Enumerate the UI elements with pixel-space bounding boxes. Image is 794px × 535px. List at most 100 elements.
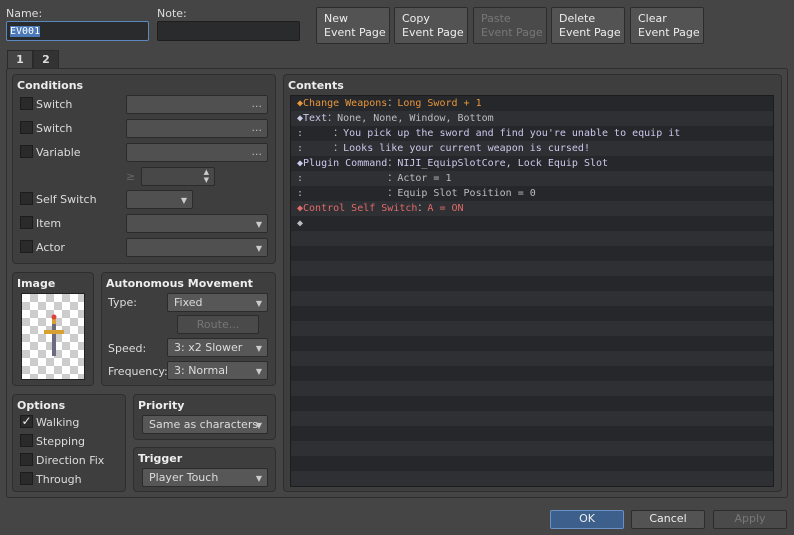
ellipsis-icon: ...	[251, 97, 263, 110]
command-name: ◆Change Weapons	[297, 98, 388, 109]
event-image[interactable]	[21, 293, 85, 380]
name-label: Name:	[6, 7, 43, 20]
chevron-down-icon: ▼	[255, 344, 262, 353]
switch1-label: Switch	[36, 98, 73, 111]
apply-button[interactable]: Apply	[713, 510, 787, 529]
chevron-down-icon: ▼	[255, 367, 262, 376]
trigger-panel: Trigger Player Touch ▼	[133, 447, 276, 492]
command-row[interactable]: ◆Control Self Switch：A = ON	[291, 201, 773, 216]
item-checkbox[interactable]	[20, 216, 33, 229]
through-label: Through	[36, 473, 82, 486]
stepping-label: Stepping	[36, 435, 86, 448]
command-separator: ：	[387, 188, 398, 199]
chevron-down-icon: ▼	[255, 244, 262, 253]
trigger-title: Trigger	[138, 452, 183, 465]
chevron-down-icon: ▼	[255, 220, 262, 229]
conditions-panel: Conditions Switch ... Switch ... Variabl…	[12, 74, 276, 264]
conditions-title: Conditions	[17, 79, 84, 92]
command-row[interactable]: : ：Looks like your current weapon is cur…	[291, 141, 773, 156]
ellipsis-icon: ...	[251, 145, 263, 158]
direction-fix-checkbox[interactable]	[20, 453, 33, 466]
priority-select[interactable]: Same as characters ▼	[142, 415, 268, 434]
walking-label: Walking	[36, 416, 80, 429]
frequency-select[interactable]: 3: Normal ▼	[167, 361, 268, 380]
type-value: Fixed	[174, 296, 203, 309]
chevron-down-icon: ▼	[255, 474, 262, 483]
type-select[interactable]: Fixed ▼	[167, 293, 268, 312]
cancel-button[interactable]: Cancel	[631, 510, 705, 529]
command-params: Looks like your current weapon is cursed…	[343, 143, 590, 154]
priority-value: Same as characters	[149, 418, 259, 431]
command-separator: ：	[387, 158, 398, 169]
direction-fix-label: Direction Fix	[36, 454, 105, 467]
command-separator: ：	[417, 203, 428, 214]
variable-operator: ≥	[126, 170, 136, 183]
priority-panel: Priority Same as characters ▼	[133, 394, 276, 440]
actor-checkbox[interactable]	[20, 240, 33, 253]
command-row[interactable]: ◆Text：None, None, Window, Bottom	[291, 111, 773, 126]
speed-select[interactable]: 3: x2 Slower ▼	[167, 338, 268, 357]
command-separator: ：	[333, 128, 344, 139]
paste-event-page-button[interactable]: Paste Event Page	[473, 7, 547, 44]
command-separator: ：	[387, 173, 398, 184]
copy-event-page-button[interactable]: Copy Event Page	[394, 7, 468, 44]
type-label: Type:	[108, 296, 137, 309]
command-name: :	[297, 143, 334, 154]
command-row[interactable]: : ：Equip Slot Position = 0	[291, 186, 773, 201]
command-params: Equip Slot Position = 0	[397, 188, 536, 199]
command-params: Actor = 1	[397, 173, 452, 184]
command-row[interactable]: ◆Plugin Command：NIJI_EquipSlotCore, Lock…	[291, 156, 773, 171]
self-switch-label: Self Switch	[36, 193, 97, 206]
route-button[interactable]: Route...	[177, 315, 259, 334]
through-checkbox[interactable]	[20, 472, 33, 485]
actor-label: Actor	[36, 241, 65, 254]
command-row[interactable]: ◆Change Weapons：Long Sword + 1	[291, 96, 773, 111]
command-name: ◆Text	[297, 113, 328, 124]
command-separator: ：	[387, 98, 398, 109]
ellipsis-icon: ...	[251, 121, 263, 134]
trigger-value: Player Touch	[149, 471, 219, 484]
variable-select[interactable]: ...	[126, 143, 268, 162]
command-params: NIJI_EquipSlotCore, Lock Equip Slot	[397, 158, 609, 169]
clear-event-page-button[interactable]: Clear Event Page	[630, 7, 704, 44]
self-switch-checkbox[interactable]	[20, 192, 33, 205]
ok-button[interactable]: OK	[550, 510, 624, 529]
image-panel: Image	[12, 272, 94, 386]
command-row[interactable]: ◆	[291, 216, 773, 231]
options-panel: Options ✓ Walking Stepping Direction Fix…	[12, 394, 126, 492]
command-name: :	[297, 173, 388, 184]
switch1-checkbox[interactable]	[20, 97, 33, 110]
command-params: A = ON	[427, 203, 464, 214]
note-label: Note:	[157, 7, 187, 20]
trigger-select[interactable]: Player Touch ▼	[142, 468, 268, 487]
command-params: None, None, Window, Bottom	[337, 113, 494, 124]
self-switch-select[interactable]: ▼	[126, 190, 193, 209]
command-name: ◆	[297, 218, 304, 229]
stepping-checkbox[interactable]	[20, 434, 33, 447]
tab-page-1[interactable]: 1	[7, 50, 33, 69]
note-input[interactable]	[157, 21, 300, 41]
delete-event-page-button[interactable]: Delete Event Page	[551, 7, 625, 44]
item-select[interactable]: ▼	[126, 214, 268, 233]
image-title: Image	[17, 277, 56, 290]
contents-title: Contents	[288, 79, 344, 92]
switch1-select[interactable]: ...	[126, 95, 268, 114]
actor-select[interactable]: ▼	[126, 238, 268, 257]
command-row[interactable]: : ：Actor = 1	[291, 171, 773, 186]
variable-checkbox[interactable]	[20, 145, 33, 158]
name-input[interactable]: EV001	[6, 21, 149, 41]
chevron-down-icon: ▼	[180, 196, 187, 205]
command-separator: ：	[333, 143, 344, 154]
variable-value-spinner[interactable]: ▲ ▼	[141, 167, 215, 186]
switch2-select[interactable]: ...	[126, 119, 268, 138]
new-event-page-button[interactable]: New Event Page	[316, 7, 390, 44]
switch2-label: Switch	[36, 122, 73, 135]
frequency-label: Frequency:	[108, 365, 168, 378]
switch2-checkbox[interactable]	[20, 121, 33, 134]
tab-page-2[interactable]: 2	[33, 50, 59, 68]
command-name: :	[297, 128, 334, 139]
speed-label: Speed:	[108, 342, 147, 355]
command-row[interactable]: : ：You pick up the sword and find you're…	[291, 126, 773, 141]
walking-checkbox[interactable]: ✓	[20, 415, 33, 428]
event-command-list[interactable]: ◆Change Weapons：Long Sword + 1 ◆Text：None…	[290, 95, 774, 487]
